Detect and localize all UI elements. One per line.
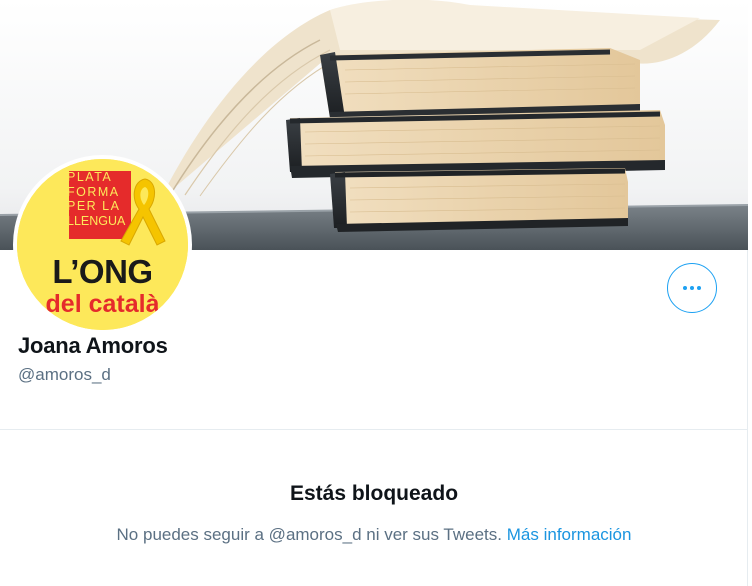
section-divider [0, 429, 748, 430]
logo-ong-text: L’ONG [52, 253, 153, 290]
logo-line-2: FORMA [67, 184, 120, 199]
logo-catala-text: del català [45, 290, 160, 318]
logo-line-3: PER LA [67, 199, 121, 213]
profile-avatar[interactable]: PLATA FORMA PER LA LLENGUA L’ONG del cat… [13, 155, 192, 334]
more-horizontal-icon [683, 286, 701, 290]
logo-line-1: PLATA [67, 170, 113, 184]
logo-line-4: LLENGUA [67, 213, 126, 228]
blocked-message-text: No puedes seguir a @amoros_d ni ver sus … [116, 525, 503, 544]
profile-display-name: Joana Amoros [18, 333, 168, 358]
more-info-link[interactable]: Más información [507, 525, 632, 544]
plataforma-per-la-llengua-logo: PLATA FORMA PER LA LLENGUA L’ONG del cat… [17, 159, 188, 330]
blocked-title: Estás bloqueado [289, 482, 459, 505]
profile-handle: @amoros_d [18, 365, 111, 384]
blocked-message: No puedes seguir a @amoros_d ni ver sus … [0, 525, 748, 545]
more-options-button[interactable] [667, 263, 717, 313]
